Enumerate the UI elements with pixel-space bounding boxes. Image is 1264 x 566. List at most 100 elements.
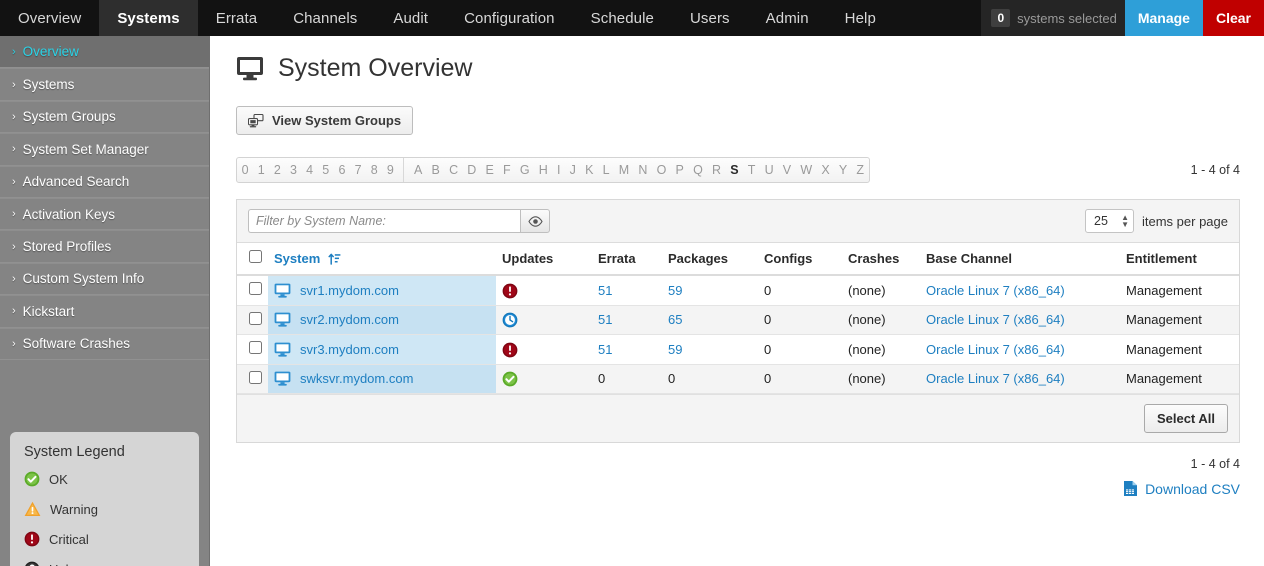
base-channel-cell: Oracle Linux 7 (x86_64) [920,364,1120,395]
alpha-filter-B[interactable]: B [427,158,445,182]
nav-item-configuration[interactable]: Configuration [446,0,573,36]
alpha-filter-N[interactable]: N [634,158,652,182]
packages-link[interactable]: 59 [668,283,682,298]
base-channel-link[interactable]: Oracle Linux 7 (x86_64) [926,283,1065,298]
manage-button[interactable]: Manage [1124,0,1203,36]
system-name-link[interactable]: svr3.mydom.com [300,342,399,357]
alpha-filter-Z[interactable]: Z [852,158,869,182]
sidebar-item-software-crashes[interactable]: › Software Crashes [0,327,209,360]
alpha-filter-Q[interactable]: Q [688,158,707,182]
alpha-filter-0[interactable]: 0 [237,158,253,182]
sidebar-item-systems[interactable]: › Systems [0,68,209,101]
sidebar-item-system-set-manager[interactable]: › System Set Manager [0,133,209,166]
row-select-checkbox[interactable] [249,282,262,296]
sidebar-item-custom-system-info[interactable]: › Custom System Info [0,262,209,296]
column-header-system[interactable]: System [268,243,496,276]
alpha-filter-C[interactable]: C [444,158,462,182]
alpha-filter-D[interactable]: D [463,158,481,182]
alpha-filter-R[interactable]: R [707,158,725,182]
alpha-filter-H[interactable]: H [534,158,552,182]
eye-icon [527,215,543,227]
packages-link[interactable]: 59 [668,342,682,357]
alpha-filter-E[interactable]: E [481,158,499,182]
column-header-system-link[interactable]: System [274,251,320,266]
sidebar-item-activation-keys[interactable]: › Activation Keys [0,197,209,231]
errata-link[interactable]: 51 [598,342,612,357]
system-name-link[interactable]: swksvr.mydom.com [300,371,413,386]
alpha-filter-W[interactable]: W [796,158,817,182]
alpha-filter-2[interactable]: 2 [269,158,285,182]
alpha-filter-1[interactable]: 1 [253,158,269,182]
nav-item-channels[interactable]: Channels [275,0,375,36]
row-select-checkbox[interactable] [249,341,262,355]
errata-link[interactable]: 51 [598,312,612,327]
view-system-groups-button[interactable]: View System Groups [236,106,414,135]
nav-item-schedule[interactable]: Schedule [573,0,672,36]
alpha-filter-3[interactable]: 3 [285,158,301,182]
alpha-filter-X[interactable]: X [817,158,835,182]
systems-table: System Updates Errata Packages Configs C… [237,243,1239,395]
sidebar-item-kickstart[interactable]: › Kickstart [0,295,209,328]
alpha-filter-V[interactable]: V [778,158,796,182]
packages-link[interactable]: 65 [668,312,682,327]
alpha-filter-U[interactable]: U [760,158,778,182]
nav-item-overview[interactable]: Overview [0,0,99,36]
legend-row-ok: OK [24,471,185,487]
alpha-filter-M[interactable]: M [614,158,634,182]
base-channel-link[interactable]: Oracle Linux 7 (x86_64) [926,371,1065,386]
select-all-button[interactable]: Select All [1143,404,1228,434]
nav-item-users[interactable]: Users [672,0,748,36]
alpha-filter-6[interactable]: 6 [334,158,350,182]
alpha-filter-F[interactable]: F [498,158,515,182]
nav-item-admin[interactable]: Admin [748,0,827,36]
alpha-filter-7[interactable]: 7 [350,158,366,182]
nav-item-systems[interactable]: Systems [99,0,198,36]
sidebar-item-overview[interactable]: › Overview [0,36,209,69]
nav-item-errata[interactable]: Errata [198,0,275,36]
filter-by-system-name-input[interactable] [248,209,520,233]
alpha-filter-Y[interactable]: Y [834,158,852,182]
row-select-checkbox[interactable] [249,370,262,384]
status-critical-icon [24,531,40,547]
updates-status-cell[interactable] [496,334,592,365]
base-channel-link[interactable]: Oracle Linux 7 (x86_64) [926,312,1065,327]
alpha-filter-K[interactable]: K [581,158,599,182]
system-name-link[interactable]: svr1.mydom.com [300,283,399,298]
updates-status-cell[interactable] [496,364,592,395]
alpha-filter-9[interactable]: 9 [382,158,398,182]
alpha-filter-8[interactable]: 8 [366,158,382,182]
updates-status-cell[interactable] [496,275,592,306]
entitlement-cell: Management [1120,305,1239,336]
alphabet-filter-row: 0123456789 ABCDEFGHIJKLMNOPQRSTUVWXYZ 1 … [236,157,1240,183]
alpha-filter-G[interactable]: G [515,158,534,182]
row-select-checkbox[interactable] [249,311,262,325]
errata-link[interactable]: 51 [598,283,612,298]
system-legend-rows: OK Warning Critical Unknown [24,471,185,566]
alpha-filter-O[interactable]: O [652,158,671,182]
legend-row-unknown: Unknown [24,561,185,566]
nav-item-help[interactable]: Help [827,0,894,36]
sidebar-item-stored-profiles[interactable]: › Stored Profiles [0,230,209,263]
alpha-filter-L[interactable]: L [598,158,614,182]
alpha-filter-I[interactable]: I [552,158,565,182]
per-page-select[interactable]: 5102550100250500 [1085,209,1134,233]
nav-item-audit[interactable]: Audit [375,0,446,36]
download-csv-link[interactable]: Download CSV [1145,481,1240,497]
updates-status-cell[interactable] [496,305,592,336]
alpha-filter-S[interactable]: S [726,158,744,182]
select-all-checkbox[interactable] [249,250,262,263]
alpha-filter-P[interactable]: P [671,158,689,182]
alpha-filter-4[interactable]: 4 [302,158,318,182]
alpha-filter-5[interactable]: 5 [318,158,334,182]
sidebar-item-advanced-search[interactable]: › Advanced Search [0,165,209,198]
sidebar-item-system-groups[interactable]: › System Groups [0,100,209,134]
filter-apply-button[interactable] [520,209,550,233]
alphabet-filter-bar[interactable]: 0123456789 ABCDEFGHIJKLMNOPQRSTUVWXYZ [236,157,870,183]
alpha-filter-A[interactable]: A [409,158,427,182]
alpha-filter-T[interactable]: T [743,158,760,182]
alpha-filter-J[interactable]: J [565,158,580,182]
base-channel-link[interactable]: Oracle Linux 7 (x86_64) [926,342,1065,357]
system-name-link[interactable]: svr2.mydom.com [300,312,399,327]
clear-button[interactable]: Clear [1202,0,1264,36]
per-page-select-box[interactable]: 5102550100250500 ▲▼ [1085,209,1134,233]
